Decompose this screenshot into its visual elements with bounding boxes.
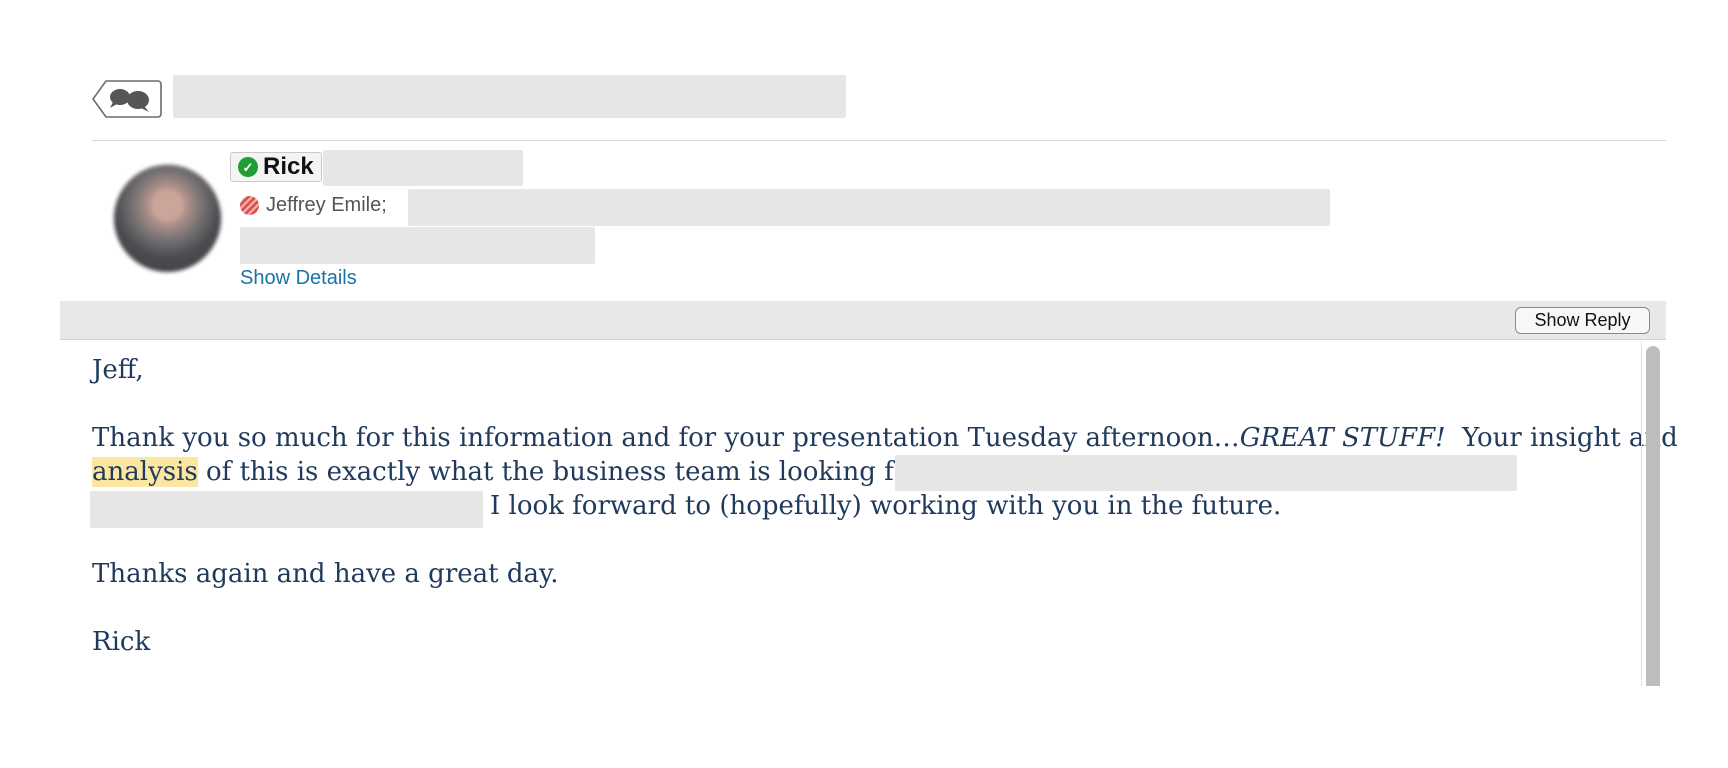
show-reply-button[interactable]: Show Reply [1515,307,1650,334]
message-text: Thank you so much for this information a… [92,423,1240,453]
message-emphasis: GREAT STUFF! [1239,423,1446,453]
redacted-message-text [895,455,1517,491]
online-check-icon: ✓ [238,157,258,177]
show-details-link[interactable]: Show Details [240,267,357,290]
redacted-message-text [90,491,483,528]
reply-bar [60,301,1666,340]
message-line-2: analysis of this is exactly what the bus… [92,457,932,487]
recipient-name: Jeffrey Emile; [266,193,387,216]
sender-chip[interactable]: ✓ Rick [230,152,322,182]
conversation-bubbles-icon[interactable] [92,80,162,118]
redacted-subject [173,75,846,118]
avatar-border [113,164,222,273]
highlighted-word: analysis [92,457,198,487]
message-closing: Thanks again and have a great day. [92,559,559,589]
message-text: of this is exactly what the business tea… [197,457,933,487]
busy-status-icon [240,195,259,215]
avatar [113,164,222,273]
header-divider [92,140,1666,141]
sender-name: Rick [263,153,314,180]
redacted-cc [240,227,595,264]
message-line-1: Thank you so much for this information a… [92,423,1678,453]
message-greeting: Jeff, [92,355,144,385]
message-line-3: I look forward to (hopefully) working wi… [490,491,1282,521]
redacted-sender-email [323,150,523,186]
redacted-recipients [408,189,1330,226]
message-signoff: Rick [92,627,151,657]
scrollbar-thumb[interactable] [1646,346,1660,686]
recipient-row[interactable]: Jeffrey Emile; [240,190,387,220]
